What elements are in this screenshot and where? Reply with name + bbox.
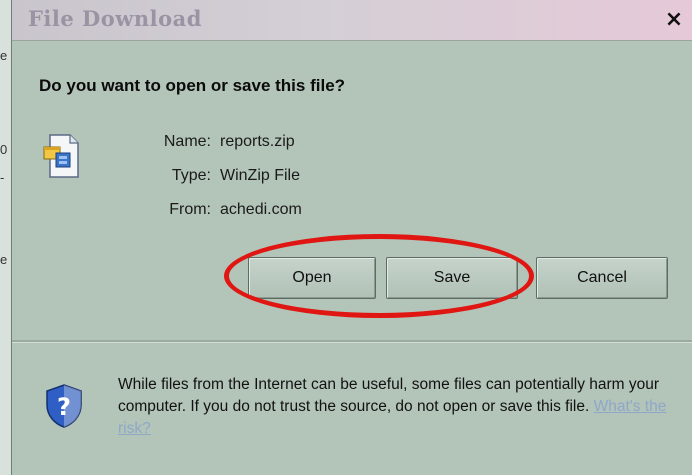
shield-question-icon: ? [46, 384, 82, 428]
background-text-fragment: e [0, 48, 8, 63]
svg-text:?: ? [57, 393, 71, 421]
file-source-label: From: [169, 201, 211, 218]
security-warning-text: While files from the Internet can be use… [118, 374, 683, 440]
file-name-label: Name: [163, 133, 211, 150]
background-text-fragment: - [0, 170, 5, 185]
open-button[interactable]: Open [248, 257, 376, 299]
close-button[interactable]: × [659, 7, 689, 33]
file-download-dialog: File Download × Do you want to open or s… [11, 0, 692, 475]
dialog-separator [12, 340, 692, 343]
file-source-value: achedi.com [220, 201, 302, 218]
file-type-label: Type: [171, 167, 211, 184]
save-button[interactable]: Save [386, 257, 518, 299]
file-type-value: WinZip File [220, 167, 301, 184]
file-name-row: Name: reports.zip [12, 133, 692, 155]
warning-message: While files from the Internet can be use… [118, 376, 660, 415]
background-text-fragment: 0 [0, 142, 8, 157]
window-title: File Download [28, 6, 202, 31]
file-type-row: Type: WinZip File [12, 167, 692, 189]
cancel-button[interactable]: Cancel [536, 257, 668, 299]
file-source-row: From: achedi.com [12, 201, 692, 223]
file-name-value: reports.zip [220, 133, 295, 150]
title-bar[interactable]: File Download × [12, 0, 692, 41]
dialog-question: Do you want to open or save this file? [39, 76, 346, 95]
background-text-fragment: e [0, 252, 8, 267]
